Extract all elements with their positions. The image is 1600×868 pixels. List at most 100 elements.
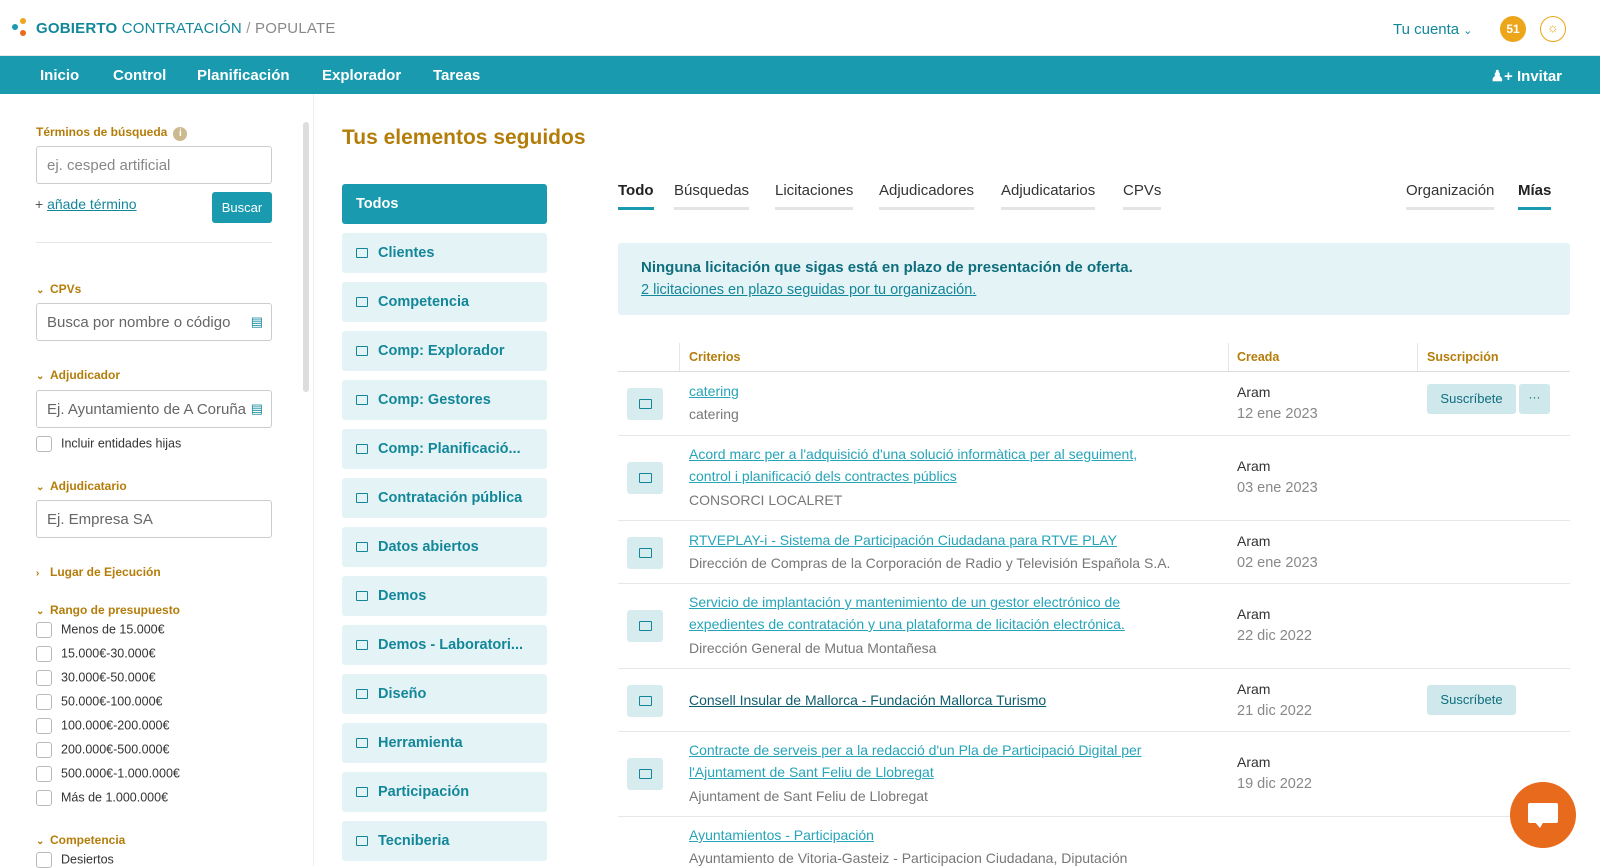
folder-item[interactable]: Comp: Planificació... bbox=[342, 429, 547, 469]
tab-busquedas[interactable]: Búsquedas bbox=[674, 182, 750, 210]
row-user: Aram bbox=[1237, 754, 1271, 770]
competencia-toggle[interactable]: ⌄ Competencia bbox=[36, 833, 125, 847]
include-children-checkbox[interactable]: Incluir entidades hijas bbox=[36, 436, 181, 452]
nav-inicio[interactable]: Inicio bbox=[40, 67, 79, 84]
adjudicador-toggle[interactable]: ⌄ Adjudicador bbox=[36, 368, 120, 382]
lightbulb-icon[interactable]: ☼ bbox=[1540, 16, 1566, 42]
row-title-link[interactable]: Ayuntamientos - Participación bbox=[689, 824, 1169, 846]
tab-licitaciones[interactable]: Licitaciones bbox=[775, 182, 854, 210]
divider bbox=[313, 94, 314, 866]
adjudicador-input[interactable]: Ej. Ayuntamiento de A Coruña ▤ bbox=[36, 390, 272, 428]
rango-checkbox[interactable]: 50.000€-100.000€ bbox=[36, 694, 162, 710]
add-term-link[interactable]: añade término bbox=[47, 196, 137, 212]
tab-cpvs[interactable]: CPVs bbox=[1123, 182, 1162, 210]
folder-item[interactable]: Herramienta bbox=[342, 723, 547, 763]
rango-checkbox[interactable]: 100.000€-200.000€ bbox=[36, 718, 169, 734]
rango-checkbox[interactable]: 200.000€-500.000€ bbox=[36, 742, 169, 758]
chevron-down-icon: ⌄ bbox=[36, 606, 45, 617]
row-subtitle: Dirección de Compras de la Corporación d… bbox=[689, 555, 1171, 571]
cpvs-toggle[interactable]: ⌄ CPVs bbox=[36, 282, 81, 296]
table-row: Ayuntamientos - Participación Ayuntamien… bbox=[618, 817, 1570, 866]
folder-button[interactable] bbox=[627, 462, 663, 494]
folder-item[interactable]: Clientes bbox=[342, 233, 547, 273]
column-separator bbox=[1228, 343, 1229, 371]
cpvs-input[interactable]: Busca por nombre o código ▤ bbox=[36, 303, 272, 341]
rango-toggle[interactable]: ⌄ Rango de presupuesto bbox=[36, 603, 180, 617]
rango-checkbox[interactable]: 15.000€-30.000€ bbox=[36, 646, 156, 662]
stack-icon: ▤ bbox=[250, 401, 263, 416]
row-title-link[interactable]: catering bbox=[689, 380, 1169, 402]
folder-button[interactable] bbox=[627, 758, 663, 790]
row-title-link[interactable]: RTVEPLAY-i - Sistema de Participación Ci… bbox=[689, 529, 1169, 551]
folder-button[interactable] bbox=[627, 537, 663, 569]
folder-todos[interactable]: Todos bbox=[342, 184, 547, 224]
search-button[interactable]: Buscar bbox=[212, 192, 272, 223]
row-title-link[interactable]: Acord marc per a l'adquisició d'una solu… bbox=[689, 443, 1169, 487]
column-separator bbox=[1417, 343, 1418, 371]
row-date: 22 dic 2022 bbox=[1237, 628, 1312, 644]
chat-button[interactable] bbox=[1510, 782, 1576, 848]
alert-title: Ninguna licitación que sigas está en pla… bbox=[641, 259, 1133, 276]
rango-checkbox[interactable]: 30.000€-50.000€ bbox=[36, 670, 156, 686]
rango-checkbox[interactable]: 500.000€-1.000.000€ bbox=[36, 766, 180, 782]
alert-link[interactable]: 2 licitaciones en plazo seguidas por tu … bbox=[641, 282, 976, 298]
folder-button[interactable] bbox=[627, 388, 663, 420]
row-title-link[interactable]: Consell Insular de Mallorca - Fundación … bbox=[689, 689, 1169, 711]
folder-item[interactable]: Comp: Gestores bbox=[342, 380, 547, 420]
folder-icon bbox=[639, 769, 652, 779]
nav-tareas[interactable]: Tareas bbox=[433, 67, 480, 84]
folder-item[interactable]: Diseño bbox=[342, 674, 547, 714]
folder-item[interactable]: Demos - Laboratori... bbox=[342, 625, 547, 665]
account-menu[interactable]: Tu cuenta ⌄ bbox=[1393, 21, 1472, 38]
table-row: RTVEPLAY-i - Sistema de Participación Ci… bbox=[618, 521, 1570, 584]
tab-adjudicadores[interactable]: Adjudicadores bbox=[879, 182, 975, 210]
nav-control[interactable]: Control bbox=[113, 67, 166, 84]
folder-icon bbox=[639, 621, 652, 631]
invite-button[interactable]: ♟+ Invitar bbox=[1491, 67, 1562, 85]
checkbox-box[interactable] bbox=[36, 436, 52, 452]
column-header-criterios[interactable]: Criterios bbox=[689, 350, 740, 364]
folder-button[interactable] bbox=[627, 610, 663, 642]
table-row: Contracte de serveis per a la redacció d… bbox=[618, 732, 1570, 817]
nav-explorador[interactable]: Explorador bbox=[322, 67, 401, 84]
folder-item[interactable]: Contratación pública bbox=[342, 478, 547, 518]
tab-organizacion[interactable]: Organización bbox=[1406, 182, 1495, 210]
row-subtitle: catering bbox=[689, 406, 739, 422]
info-alert: Ninguna licitación que sigas está en pla… bbox=[618, 243, 1570, 315]
adjudicatario-toggle[interactable]: ⌄ Adjudicatario bbox=[36, 479, 127, 493]
row-subtitle: Ajuntament de Sant Feliu de Llobregat bbox=[689, 788, 928, 804]
add-user-icon: ♟+ bbox=[1490, 68, 1517, 85]
main-nav: Inicio Control Planificación Explorador … bbox=[0, 56, 1600, 94]
notification-badge[interactable]: 51 bbox=[1500, 16, 1526, 42]
rango-checkbox[interactable]: Menos de 15.000€ bbox=[36, 622, 165, 638]
rango-checkbox[interactable]: Más de 1.000.000€ bbox=[36, 790, 168, 806]
row-title-link[interactable]: Contracte de serveis per a la redacció d… bbox=[689, 739, 1169, 783]
folder-item[interactable]: Demos bbox=[342, 576, 547, 616]
folder-item[interactable]: Competencia bbox=[342, 282, 547, 322]
folder-item[interactable]: Participación bbox=[342, 772, 547, 812]
column-header-creada[interactable]: Creada bbox=[1237, 350, 1279, 364]
row-user: Aram bbox=[1237, 384, 1271, 400]
subscribe-button[interactable]: Suscríbete bbox=[1427, 685, 1516, 715]
search-input[interactable]: ej. cesped artificial bbox=[36, 146, 272, 184]
brand-title[interactable]: GOBIERTO CONTRATACIÓN / POPULATE bbox=[36, 20, 336, 37]
folder-button[interactable] bbox=[627, 685, 663, 717]
row-subtitle: Ayuntamiento de Vitoria-Gasteiz - Partic… bbox=[689, 850, 1128, 866]
column-header-suscripcion[interactable]: Suscripción bbox=[1427, 350, 1499, 364]
lugar-toggle[interactable]: › Lugar de Ejecución bbox=[36, 565, 161, 579]
subscribe-button[interactable]: Suscríbete bbox=[1427, 384, 1516, 414]
row-title-link[interactable]: Servicio de implantación y mantenimiento… bbox=[689, 591, 1169, 635]
tab-adjudicatarios[interactable]: Adjudicatarios bbox=[1001, 182, 1096, 210]
nav-planificacion[interactable]: Planificación bbox=[197, 67, 290, 84]
tab-mias[interactable]: Mías bbox=[1518, 182, 1552, 210]
sidebar-scrollbar[interactable] bbox=[303, 122, 309, 392]
folder-icon bbox=[356, 395, 368, 405]
adjudicatario-input[interactable]: Ej. Empresa SA bbox=[36, 500, 272, 538]
more-options-button[interactable]: ··· bbox=[1519, 384, 1550, 414]
folder-item[interactable]: Datos abiertos bbox=[342, 527, 547, 567]
folder-item[interactable]: Tecniberia bbox=[342, 821, 547, 861]
tab-todo[interactable]: Todo bbox=[618, 182, 654, 210]
info-icon[interactable]: i bbox=[173, 127, 188, 141]
folder-item[interactable]: Comp: Explorador bbox=[342, 331, 547, 371]
row-date: 12 ene 2023 bbox=[1237, 406, 1318, 422]
